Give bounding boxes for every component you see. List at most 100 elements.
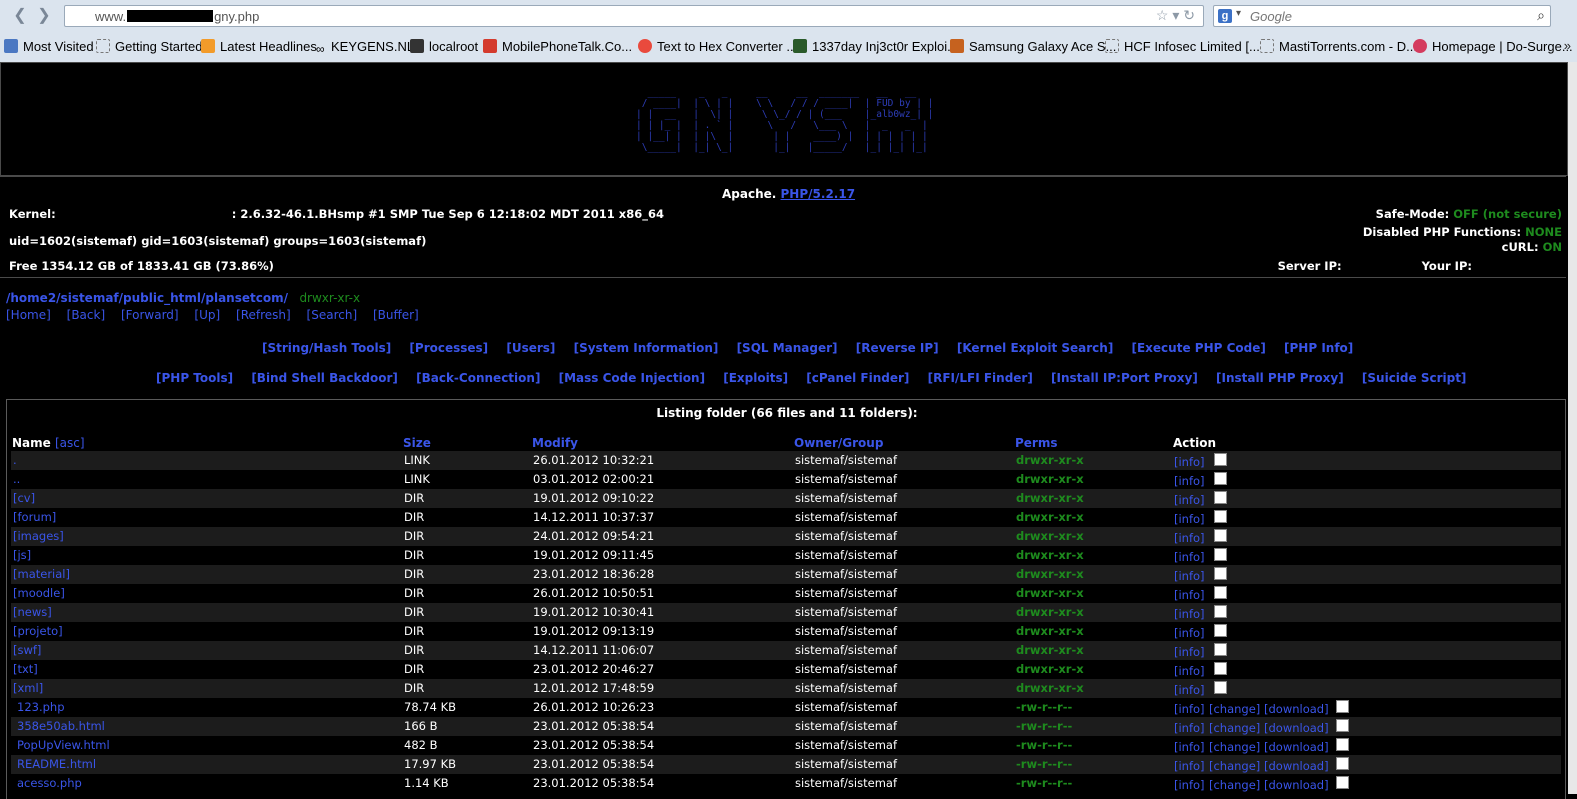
select-checkbox[interactable]	[1336, 719, 1349, 732]
select-checkbox[interactable]	[1214, 681, 1227, 694]
menu-install-ip-port-proxy[interactable]: [Install IP:Port Proxy]	[1051, 371, 1198, 385]
menu-system-information[interactable]: [System Information]	[574, 341, 719, 355]
info-link[interactable]: [info]	[1174, 721, 1205, 735]
menu-install-php-proxy[interactable]: [Install PHP Proxy]	[1216, 371, 1344, 385]
header-size[interactable]: Size	[403, 436, 431, 450]
file-name-link[interactable]: [js]	[13, 548, 31, 562]
file-name-link[interactable]: [forum]	[13, 510, 56, 524]
select-checkbox[interactable]	[1214, 662, 1227, 675]
search-icon[interactable]: ⌕	[1537, 7, 1545, 24]
select-checkbox[interactable]	[1214, 453, 1227, 466]
select-checkbox[interactable]	[1214, 624, 1227, 637]
menu-mass-code-injection[interactable]: [Mass Code Injection]	[559, 371, 705, 385]
search-input[interactable]: Google	[1250, 9, 1292, 24]
select-checkbox[interactable]	[1336, 776, 1349, 789]
file-name-link[interactable]: [images]	[13, 529, 64, 543]
info-link[interactable]: [info]	[1174, 455, 1205, 469]
file-name-link[interactable]: [cv]	[13, 491, 35, 505]
file-name-link[interactable]: 123.php	[17, 700, 65, 714]
bookmark-mobilephonetalk[interactable]: MobilePhoneTalk.Co...	[483, 39, 632, 54]
info-link[interactable]: [info]	[1174, 550, 1205, 564]
home-link[interactable]: [Home]	[6, 308, 51, 322]
menu-exploits[interactable]: [Exploits]	[723, 371, 788, 385]
info-link[interactable]: [info]	[1174, 512, 1205, 526]
bookmark-getting-started[interactable]: Getting Started	[96, 39, 202, 54]
select-checkbox[interactable]	[1214, 472, 1227, 485]
header-owner[interactable]: Owner/Group	[794, 436, 883, 450]
address-bar[interactable]: www. gny.php ☆ ▾ ↻	[64, 5, 1204, 27]
info-link[interactable]: [info]	[1174, 778, 1205, 792]
search-bar[interactable]: g ▾ Google ⌕	[1213, 5, 1551, 27]
select-checkbox[interactable]	[1214, 586, 1227, 599]
bookmark-1337day[interactable]: 1337day Inj3ct0r Exploi...	[793, 39, 958, 54]
menu-back-connection[interactable]: [Back-Connection]	[416, 371, 540, 385]
bookmark-text-to-hex[interactable]: Text to Hex Converter ...	[638, 39, 797, 54]
menu-cpanel-finder[interactable]: [cPanel Finder]	[806, 371, 909, 385]
dropdown-icon[interactable]: ▾	[1172, 7, 1179, 23]
engine-dropdown-icon[interactable]: ▾	[1236, 8, 1241, 19]
select-checkbox[interactable]	[1214, 567, 1227, 580]
info-link[interactable]: [info]	[1174, 645, 1205, 659]
file-name-link[interactable]: [news]	[13, 605, 52, 619]
bookmark-star-icon[interactable]: ☆	[1156, 7, 1169, 23]
back-link[interactable]: [Back]	[67, 308, 106, 322]
select-checkbox[interactable]	[1336, 757, 1349, 770]
info-link[interactable]: [info]	[1174, 588, 1205, 602]
info-link[interactable]: [info]	[1174, 626, 1205, 640]
bookmark-homepage[interactable]: Homepage | Do-Surge...	[1413, 39, 1573, 54]
file-name-link[interactable]: ..	[13, 472, 20, 486]
bookmark-keygens[interactable]: ∞ KEYGENS.NL	[316, 39, 414, 56]
change-link[interactable]: [change]	[1209, 759, 1260, 773]
bookmarks-overflow-icon[interactable]: »	[1564, 38, 1571, 53]
info-link[interactable]: [info]	[1174, 702, 1205, 716]
file-name-link[interactable]: [swf]	[13, 643, 41, 657]
select-checkbox[interactable]	[1214, 510, 1227, 523]
select-checkbox[interactable]	[1336, 738, 1349, 751]
info-link[interactable]: [info]	[1174, 474, 1205, 488]
file-name-link[interactable]: .	[13, 453, 17, 467]
change-link[interactable]: [change]	[1209, 702, 1260, 716]
file-name-link[interactable]: [projeto]	[13, 624, 63, 638]
forward-link[interactable]: [Forward]	[121, 308, 179, 322]
menu-users[interactable]: [Users]	[506, 341, 555, 355]
menu-sql-manager[interactable]: [SQL Manager]	[737, 341, 838, 355]
info-link[interactable]: [info]	[1174, 493, 1205, 507]
info-link[interactable]: [info]	[1174, 664, 1205, 678]
menu-php-info[interactable]: [PHP Info]	[1284, 341, 1353, 355]
buffer-link[interactable]: [Buffer]	[373, 308, 419, 322]
bookmark-localroot[interactable]: localroot	[410, 39, 478, 54]
google-logo-icon[interactable]: g	[1218, 9, 1232, 23]
info-link[interactable]: [info]	[1174, 569, 1205, 583]
info-link[interactable]: [info]	[1174, 740, 1205, 754]
select-checkbox[interactable]	[1214, 643, 1227, 656]
menu-rfi-lfi-finder[interactable]: [RFI/LFI Finder]	[928, 371, 1033, 385]
change-link[interactable]: [change]	[1209, 740, 1260, 754]
select-checkbox[interactable]	[1336, 700, 1349, 713]
menu-suicide-script[interactable]: [Suicide Script]	[1362, 371, 1467, 385]
download-link[interactable]: [download]	[1264, 740, 1329, 754]
info-link[interactable]: [info]	[1174, 683, 1205, 697]
path-link[interactable]: /home2/sistemaf/public_html/plansetcom/	[6, 291, 288, 305]
forward-arrow-icon[interactable]: ❯	[34, 6, 54, 26]
file-name-link[interactable]: 358e50ab.html	[17, 719, 105, 733]
info-link[interactable]: [info]	[1174, 759, 1205, 773]
file-name-link[interactable]: [material]	[13, 567, 70, 581]
bookmark-latest-headlines[interactable]: Latest Headlines	[201, 39, 317, 54]
back-arrow-icon[interactable]: ❮	[10, 6, 30, 26]
bookmark-hcf[interactable]: HCF Infosec Limited [...	[1105, 39, 1260, 54]
change-link[interactable]: [change]	[1209, 721, 1260, 735]
reload-icon[interactable]: ↻	[1183, 7, 1195, 23]
download-link[interactable]: [download]	[1264, 721, 1329, 735]
file-name-link[interactable]: [txt]	[13, 662, 38, 676]
php-version-link[interactable]: PHP/5.2.17	[781, 187, 856, 201]
change-link[interactable]: [change]	[1209, 778, 1260, 792]
info-link[interactable]: [info]	[1174, 531, 1205, 545]
select-checkbox[interactable]	[1214, 548, 1227, 561]
menu-reverse-ip[interactable]: [Reverse IP]	[856, 341, 939, 355]
header-perms[interactable]: Perms	[1015, 436, 1058, 450]
up-link[interactable]: [Up]	[194, 308, 220, 322]
bookmark-samsung[interactable]: Samsung Galaxy Ace S...	[950, 39, 1116, 54]
refresh-link[interactable]: [Refresh]	[236, 308, 291, 322]
menu-php-tools[interactable]: [PHP Tools]	[156, 371, 233, 385]
page-scrollbar[interactable]	[1568, 62, 1577, 794]
